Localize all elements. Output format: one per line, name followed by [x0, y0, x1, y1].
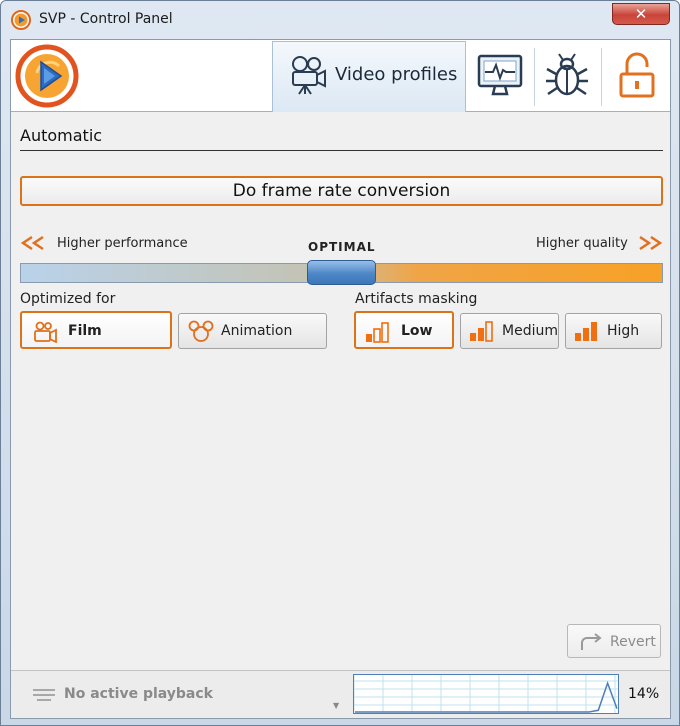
- svp-logo-icon: [15, 44, 79, 108]
- higher-quality-label: Higher quality: [536, 236, 628, 251]
- window-title: SVP - Control Panel: [39, 11, 173, 27]
- playback-status: No active playback: [64, 686, 213, 702]
- status-bar: No active playback ▼ 14%: [11, 670, 670, 718]
- cpu-usage-line: [355, 680, 618, 713]
- bug-icon[interactable]: [542, 52, 592, 100]
- film-button-label: Film: [68, 323, 102, 339]
- mouse-ears-icon: [188, 320, 214, 342]
- cpu-usage-graph: [353, 674, 619, 714]
- frame-rate-conversion-button[interactable]: Do frame rate conversion: [20, 176, 663, 206]
- tab-video-profiles[interactable]: Video profiles: [272, 41, 466, 112]
- dropdown-arrow-icon[interactable]: ▼: [333, 701, 339, 710]
- double-left-arrow-icon[interactable]: [20, 235, 46, 251]
- svp-window: SVP - Control Panel ✕ Video profiles Aut…: [0, 0, 680, 726]
- medium-masking-label: Medium: [502, 323, 558, 339]
- double-right-arrow-icon[interactable]: [637, 235, 663, 251]
- high-masking-button[interactable]: High: [565, 313, 662, 349]
- optimized-for-label: Optimized for: [20, 291, 116, 307]
- medium-masking-button[interactable]: Medium: [460, 313, 559, 349]
- profile-name: Automatic: [20, 126, 103, 145]
- high-masking-label: High: [607, 323, 640, 339]
- monitor-icon[interactable]: [475, 52, 525, 100]
- profile-divider: [20, 150, 663, 151]
- tab-separator: [534, 48, 535, 106]
- animation-button[interactable]: Animation: [178, 313, 327, 349]
- tab-separator: [601, 48, 602, 106]
- quality-slider-thumb[interactable]: [307, 260, 376, 285]
- film-button[interactable]: Film: [20, 311, 172, 349]
- unlock-icon[interactable]: [612, 52, 662, 100]
- header-bar: Video profiles: [11, 40, 670, 112]
- artifacts-masking-label: Artifacts masking: [355, 291, 478, 307]
- low-masking-label: Low: [401, 323, 433, 339]
- cpu-percent: 14%: [628, 686, 660, 702]
- bars-icon: [366, 322, 389, 343]
- close-button[interactable]: ✕: [612, 3, 670, 25]
- revert-arrow-icon: [581, 633, 602, 650]
- film-icon: [34, 321, 57, 343]
- menu-lines-icon[interactable]: [31, 687, 57, 703]
- app-icon: [11, 10, 31, 30]
- revert-button[interactable]: Revert: [567, 624, 661, 658]
- cpu-graph-canvas: [353, 675, 618, 713]
- higher-performance-label: Higher performance: [57, 236, 188, 251]
- revert-label: Revert: [610, 634, 656, 650]
- animation-button-label: Animation: [221, 323, 293, 339]
- bars-icon: [575, 322, 597, 341]
- film-camera-icon: [292, 56, 326, 95]
- client-area: Video profiles Automatic Do frame rate c…: [10, 39, 671, 719]
- title-bar[interactable]: SVP - Control Panel ✕: [1, 1, 679, 39]
- low-masking-button[interactable]: Low: [354, 311, 454, 349]
- tab-video-profiles-label: Video profiles: [335, 64, 458, 85]
- bars-icon: [470, 321, 493, 342]
- optimal-label: OPTIMAL: [308, 240, 376, 254]
